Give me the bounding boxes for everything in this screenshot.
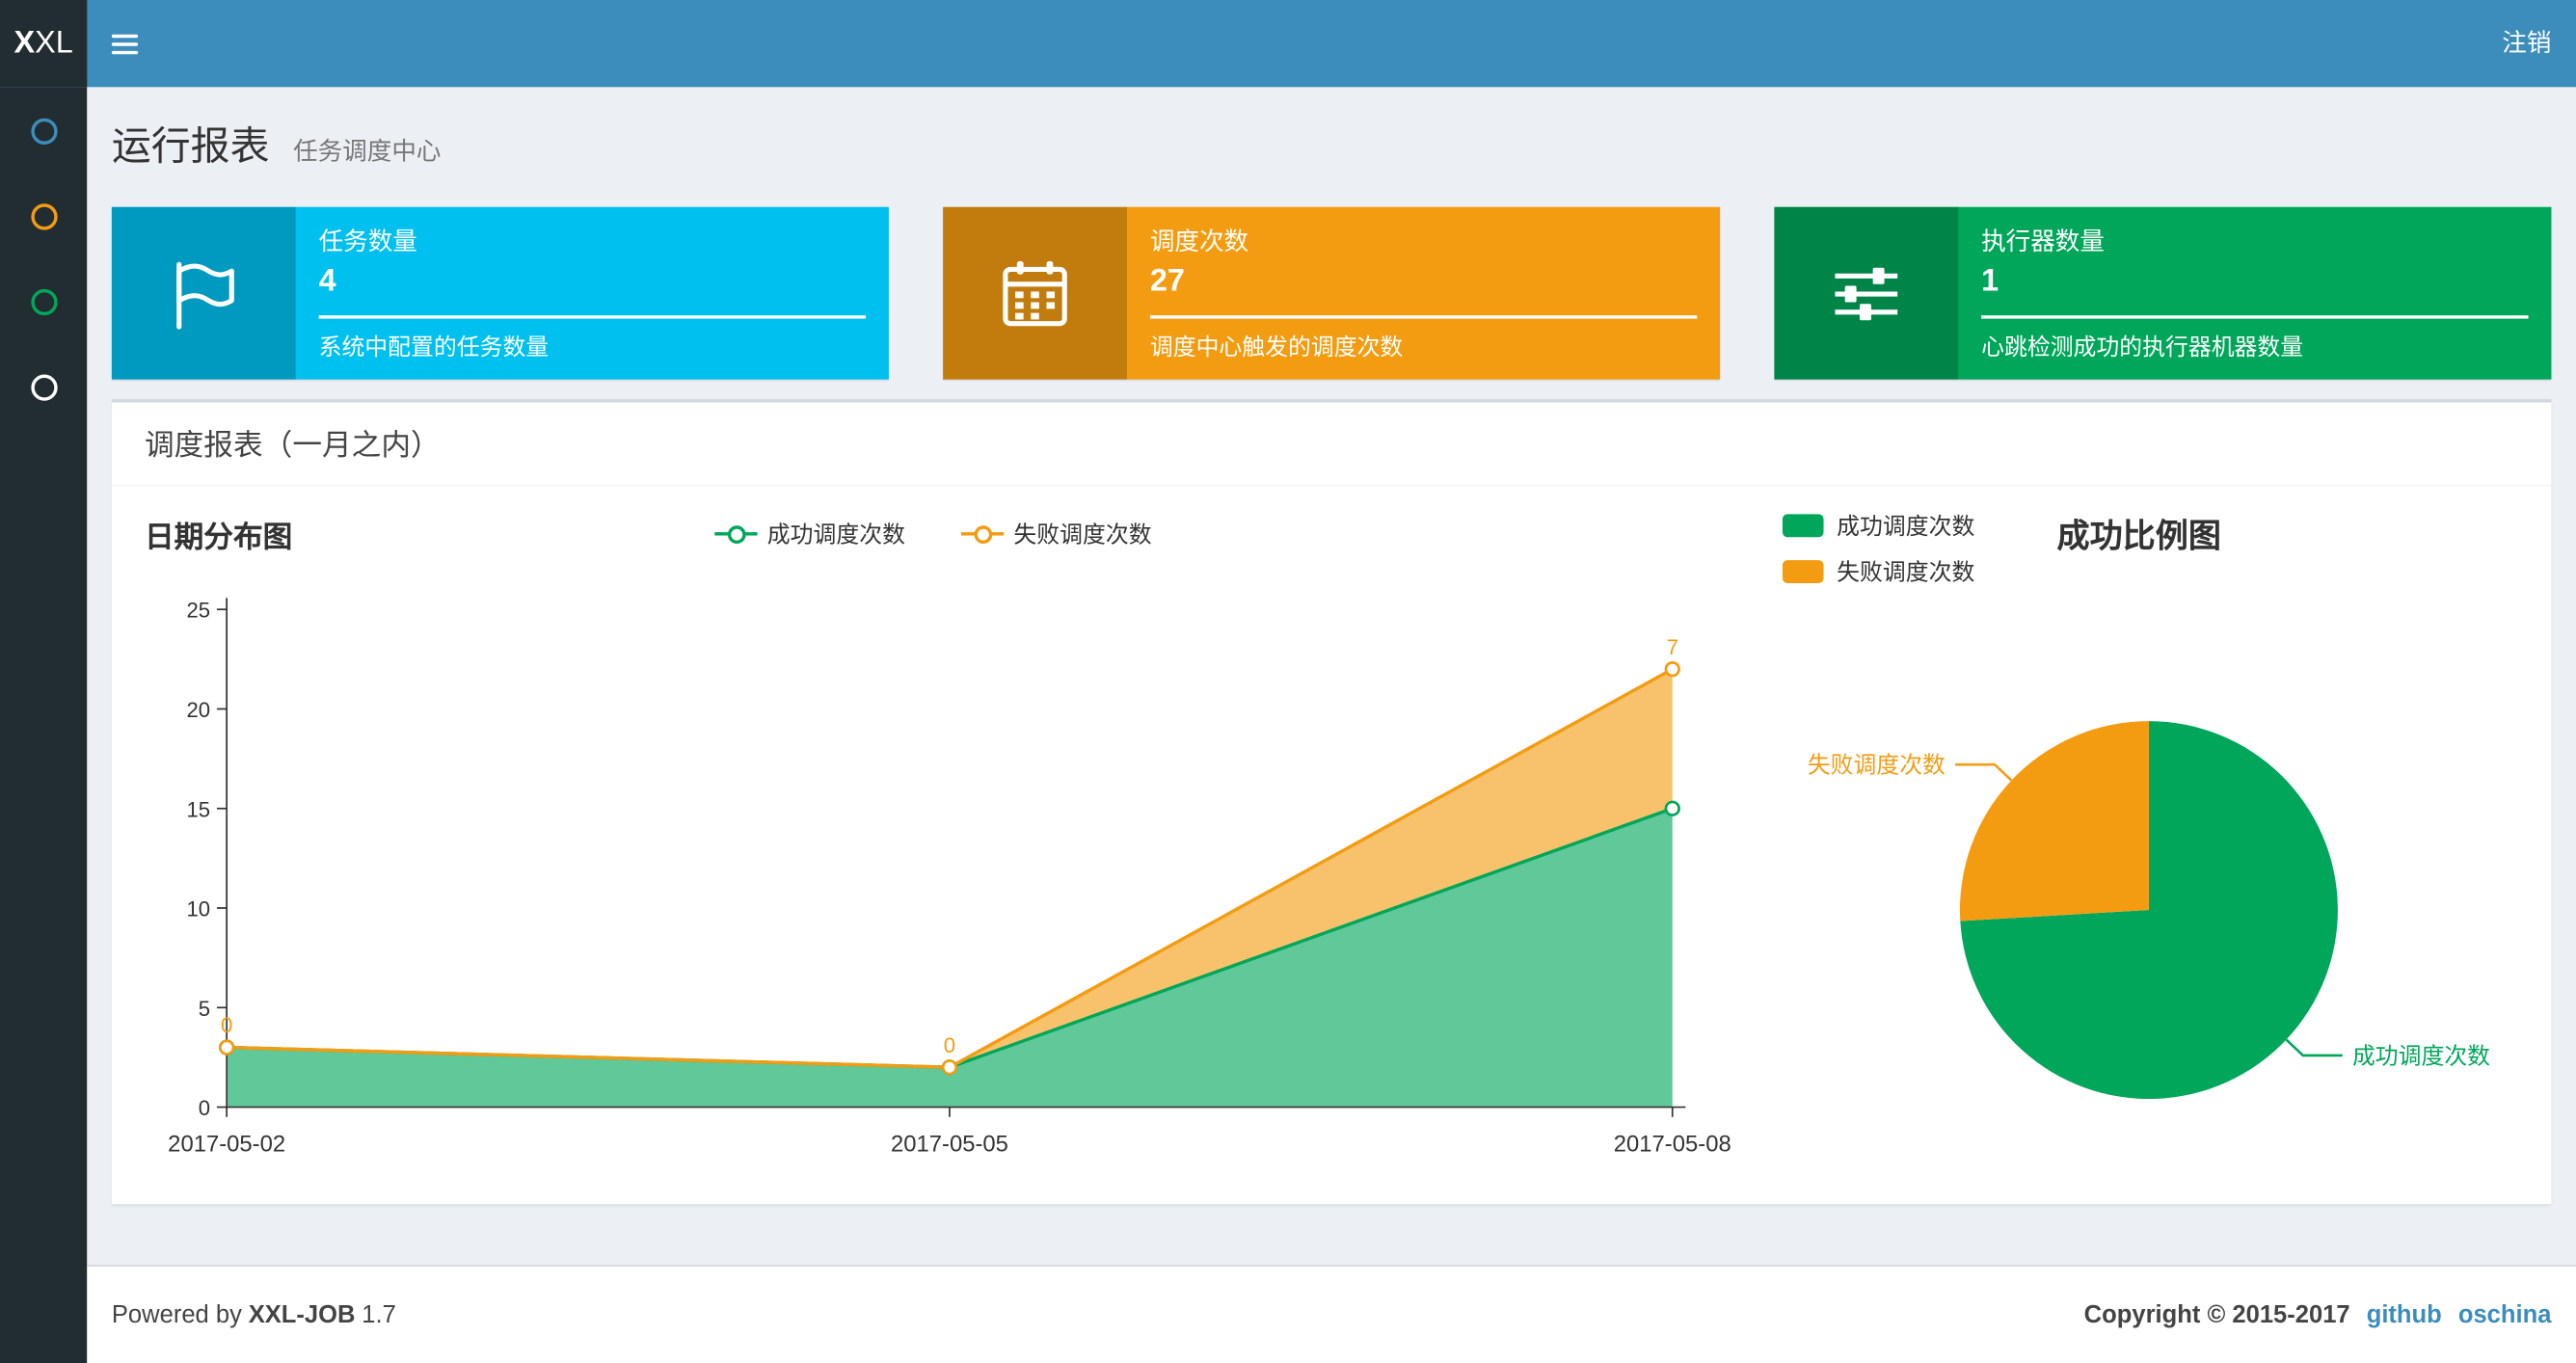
legend-label: 成功调度次数 [766, 521, 905, 548]
info-box-progress-bar [1981, 315, 2529, 319]
pie-slice-label: 失败调度次数 [1808, 753, 1945, 779]
top-navbar: XXL 注销 [0, 0, 2576, 88]
legend-label: 成功调度次数 [1837, 512, 1975, 539]
sidebar-item-2[interactable] [0, 174, 87, 260]
y-tick-label: 5 [199, 997, 210, 1021]
pie-label-line [1955, 762, 2013, 782]
fail-point-label: 7 [1667, 635, 1678, 659]
x-tick-label: 2017-05-08 [1614, 1132, 1731, 1158]
y-tick-label: 20 [186, 698, 210, 722]
sidebar-item-4[interactable] [0, 345, 87, 431]
calendar-icon [943, 206, 1127, 380]
info-box-progress-bar [1149, 315, 1698, 319]
circle-outline-icon [30, 374, 57, 401]
info-box-title: 执行器数量 [1981, 227, 2105, 256]
report-panel: 调度报表（一月之内） 日期分布图 成功调度次数 失败调度次数 0 5 10 15… [111, 399, 2552, 1205]
fail-marker [218, 1039, 235, 1056]
fail-marker [1664, 660, 1680, 678]
stat-boxes-row: 任务数量 4 系统中配置的任务数量 调度次数 27 调度中心触发的调度次数 执行… [87, 177, 2576, 399]
success-ratio-chart: 成功调度次数 失败调度次数 成功比例图 成功调度次数 失败调度次数 [1774, 506, 2537, 1196]
legend-item-success[interactable]: 成功调度次数 [714, 518, 905, 550]
page-subtitle: 任务调度中心 [293, 138, 442, 167]
circle-outline-icon [30, 118, 57, 145]
app-logo[interactable]: XXL [0, 0, 88, 88]
oschina-link[interactable]: oschina [2458, 1301, 2552, 1329]
flag-icon [111, 206, 296, 380]
legend-item-fail[interactable]: 失败调度次数 [960, 518, 1152, 550]
info-box-title: 调度次数 [1149, 227, 1249, 256]
info-box-number: 27 [1149, 264, 1185, 300]
logout-link[interactable]: 注销 [2502, 0, 2551, 87]
sidebar-menu [0, 89, 87, 430]
app-logo-text: XXL [13, 25, 73, 61]
x-tick-label: 2017-05-02 [168, 1132, 285, 1158]
y-tick-label: 25 [186, 599, 210, 623]
info-box-progress-bar [318, 315, 867, 319]
circle-outline-icon [30, 288, 57, 316]
legend-label: 失败调度次数 [1837, 558, 1975, 585]
legend-swatch-icon [1782, 560, 1824, 583]
x-tick-label: 2017-05-05 [891, 1132, 1008, 1158]
legend-label: 失败调度次数 [1013, 521, 1152, 548]
info-box-executors: 执行器数量 1 心跳检测成功的执行器机器数量 [1774, 206, 2552, 380]
panel-body: 日期分布图 成功调度次数 失败调度次数 0 5 10 15 20 25 2017-05-02… [112, 486, 2552, 1204]
powered-prefix: Powered by [111, 1300, 242, 1329]
main-content: 运行报表 任务调度中心 任务数量 4 系统中配置的任务数量 调度次数 27 调度… [87, 87, 2576, 1363]
panel-title: 调度报表（一月之内） [111, 402, 2552, 487]
y-tick-label: 15 [186, 797, 210, 821]
date-distribution-chart: 日期分布图 成功调度次数 失败调度次数 0 5 10 15 20 25 2017-05-02… [145, 506, 1731, 1196]
github-link[interactable]: github [2367, 1301, 2442, 1329]
page-title: 运行报表 [111, 124, 270, 170]
line-circle-marker-icon [960, 524, 1005, 545]
pie-label-line [2285, 1038, 2343, 1057]
pie-chart-plot: 成功调度次数 失败调度次数 [1808, 721, 2490, 1100]
info-box-number: 4 [318, 264, 336, 300]
sidebar-item-3[interactable] [0, 259, 87, 345]
circle-outline-icon [30, 203, 57, 230]
info-box-jobs: 任务数量 4 系统中配置的任务数量 [111, 206, 889, 380]
pie-slice-fail [1959, 721, 2149, 922]
info-box-description: 调度中心触发的调度次数 [1149, 333, 1404, 361]
legend-item-fail[interactable]: 失败调度次数 [1782, 555, 1975, 588]
success-marker [1664, 800, 1680, 816]
sidebar-item-1[interactable] [0, 89, 87, 174]
line-chart-legend: 成功调度次数 失败调度次数 [145, 518, 1722, 550]
footer-copyright: Copyright © 2015-2017 github oschina [2084, 1301, 2552, 1329]
sidebar [0, 87, 88, 1363]
main-footer: Powered by XXL-JOB 1.7 Copyright © 2015-20… [87, 1265, 2576, 1363]
fail-point-label: 0 [944, 1033, 955, 1057]
legend-item-success[interactable]: 成功调度次数 [1782, 509, 1975, 542]
sidebar-toggle-button[interactable] [87, 0, 162, 87]
y-tick-label: 0 [199, 1096, 210, 1120]
legend-swatch-icon [1782, 514, 1824, 538]
info-box-content: 调度次数 27 调度中心触发的调度次数 [1127, 207, 1720, 380]
sliders-icon [1774, 206, 1959, 380]
info-box-content: 任务数量 4 系统中配置的任务数量 [296, 207, 889, 380]
line-circle-marker-icon [714, 524, 758, 545]
info-box-number: 1 [1981, 264, 1999, 300]
product-version: 1.7 [362, 1300, 396, 1329]
fail-point-label: 0 [221, 1013, 232, 1037]
xxl-job-dashboard: XXL 注销 运行报表 任务调度中心 任务数量 4 系统中配置的任务数量 调度次… [0, 0, 2576, 1363]
copyright-text: Copyright © 2015-2017 [2083, 1300, 2350, 1329]
info-box-title: 任务数量 [318, 227, 417, 256]
y-tick-label: 10 [186, 897, 210, 922]
info-box-description: 系统中配置的任务数量 [318, 333, 550, 361]
info-box-description: 心跳检测成功的执行器机器数量 [1981, 333, 2304, 361]
footer-powered-by: Powered by XXL-JOB 1.7 [112, 1301, 396, 1329]
info-box-content: 执行器数量 1 心跳检测成功的执行器机器数量 [1958, 207, 2551, 380]
product-name: XXL-JOB [248, 1300, 356, 1329]
hamburger-icon [111, 33, 139, 54]
page-header: 运行报表 任务调度中心 [87, 87, 2576, 177]
fail-marker [941, 1059, 958, 1076]
pie-chart-legend: 成功调度次数 失败调度次数 [1782, 509, 1975, 588]
info-box-triggers: 调度次数 27 调度中心触发的调度次数 [943, 206, 1721, 380]
pie-slice-label: 成功调度次数 [2352, 1043, 2490, 1069]
pie-chart-title: 成功比例图 [2056, 519, 2221, 555]
line-chart-plot: 05101520252017-05-02 2017-05-05 2017-05-08… [168, 598, 1731, 1158]
